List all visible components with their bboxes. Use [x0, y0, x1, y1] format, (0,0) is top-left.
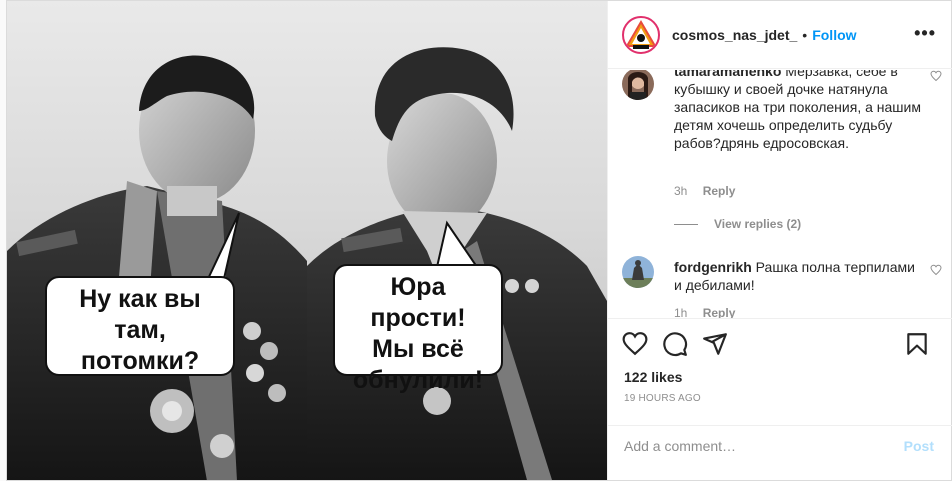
bubble-right-line-1: Юра прости! — [370, 273, 466, 332]
comment-avatar[interactable] — [622, 70, 654, 100]
speech-bubble-left: Ну как вы там, потомки? — [45, 276, 235, 376]
share-icon[interactable] — [702, 331, 728, 357]
post-comment-button[interactable]: Post — [904, 438, 934, 454]
view-replies-label: View replies (2) — [714, 217, 802, 231]
comment-time: 3h — [674, 184, 688, 198]
add-comment-bar: Post — [608, 425, 952, 480]
comment-avatar[interactable] — [622, 256, 654, 288]
bubble-left-line-3: потомки? — [80, 347, 200, 375]
bubble-right-line-2: Мы всё — [372, 335, 464, 363]
heart-icon[interactable] — [622, 331, 648, 357]
comment-text-block: tamaramanenko Мерзавка, себе в кубышку и… — [674, 70, 922, 152]
post-username[interactable]: cosmos_nas_jdet_ — [672, 27, 797, 43]
speech-bubble-right: Юра прости! Мы всё обнулили! — [333, 264, 503, 394]
like-comment-heart-icon[interactable] — [930, 70, 942, 82]
bubble-left-line-2: там, — [114, 316, 166, 344]
likes-count[interactable]: 122 likes — [624, 369, 682, 385]
comment-text: Мерзавка, себе в кубышку и своей дочке н… — [674, 70, 921, 151]
comment-input[interactable] — [624, 434, 874, 458]
view-replies-button[interactable]: View replies (2) — [674, 217, 801, 231]
bubble-left-line-1: Ну как вы — [79, 285, 201, 313]
view-replies-line — [674, 223, 698, 225]
bubble-tails — [205, 212, 479, 285]
post-side-panel: cosmos_nas_jdet_ • Follow ••• tamaramane… — [607, 1, 952, 480]
more-options-icon[interactable]: ••• — [914, 23, 936, 44]
cosmos-logo-icon[interactable] — [622, 15, 660, 54]
header-separator: • — [802, 26, 808, 43]
comments-list[interactable]: tamaramanenko Мерзавка, себе в кубышку и… — [608, 70, 952, 318]
like-comment-heart-icon[interactable] — [930, 264, 942, 276]
post-timestamp[interactable]: 19 HOURS AGO — [624, 393, 701, 404]
bubble-right-line-3: обнулили! — [352, 366, 484, 394]
follow-button[interactable]: Follow — [812, 27, 856, 43]
comment-username[interactable]: tamaramanenko — [674, 70, 781, 79]
instagram-post: Ну как вы там, потомки? Юра прости! Мы в… — [6, 0, 952, 481]
post-image[interactable]: Ну как вы там, потомки? Юра прости! Мы в… — [7, 1, 607, 480]
post-actions: 122 likes 19 HOURS AGO — [608, 318, 952, 428]
comment-time: 1h — [674, 306, 688, 318]
reply-button[interactable]: Reply — [703, 306, 736, 318]
comment-username[interactable]: fordgenrikh — [674, 259, 752, 275]
bookmark-icon[interactable] — [904, 331, 930, 357]
comment-text-block: fordgenrikh Рашка полна терпилами и деби… — [674, 258, 922, 294]
reply-button[interactable]: Reply — [703, 184, 736, 198]
comment-meta: 1h Reply — [674, 306, 735, 318]
comment-meta: 3h Reply — [674, 184, 735, 198]
comment-icon[interactable] — [662, 331, 688, 357]
post-header: cosmos_nas_jdet_ • Follow ••• — [608, 1, 952, 69]
